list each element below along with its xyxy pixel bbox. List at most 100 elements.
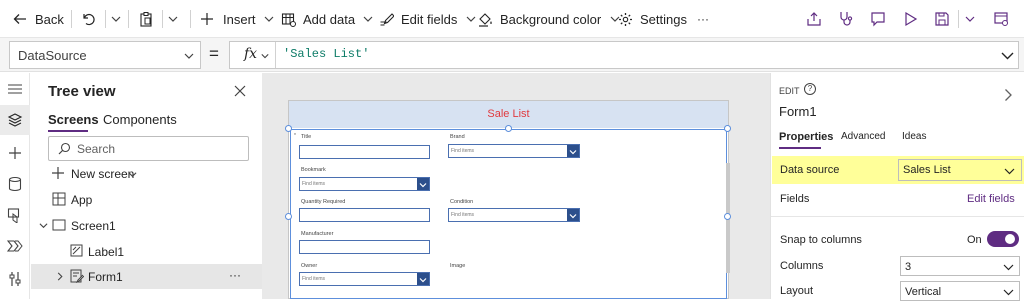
- tree-item-form1[interactable]: Form1 ···: [31, 264, 262, 289]
- app-screen[interactable]: Sale List * Title Bookmark Find items Qu…: [285, 100, 731, 299]
- layout-select[interactable]: Vertical: [900, 281, 1020, 301]
- condition-dropdown[interactable]: Find items: [448, 208, 580, 222]
- property-name: DataSource: [18, 48, 87, 63]
- resize-handle[interactable]: [724, 125, 731, 132]
- comments-button[interactable]: [870, 0, 886, 38]
- save-button[interactable]: [934, 0, 950, 38]
- tree-search-input[interactable]: Search: [48, 136, 249, 161]
- property-selector[interactable]: DataSource: [9, 41, 201, 69]
- publish-button[interactable]: [993, 0, 1009, 38]
- undo-dropdown[interactable]: [111, 0, 121, 38]
- edit-fields-button[interactable]: Edit fields: [379, 0, 476, 38]
- columns-select[interactable]: 3: [900, 256, 1020, 276]
- background-color-button[interactable]: Background color: [478, 0, 620, 38]
- chevron-down-icon: [264, 16, 273, 22]
- fx-icon[interactable]: fx: [244, 46, 257, 62]
- quantity-input[interactable]: [299, 208, 430, 222]
- settings-button[interactable]: Settings: [618, 0, 687, 38]
- help-icon[interactable]: ?: [804, 83, 816, 95]
- divider: [771, 216, 1024, 217]
- cylinder-icon[interactable]: [5, 174, 25, 194]
- properties-panel: EDIT ? Form1 Properties Advanced Ideas D…: [770, 73, 1024, 301]
- snap-toggle[interactable]: [987, 231, 1019, 247]
- owner-dropdown[interactable]: Find items: [299, 272, 430, 286]
- separator: [162, 10, 163, 28]
- title-input[interactable]: [299, 145, 430, 159]
- chevron-down-icon[interactable]: [417, 273, 429, 285]
- resize-handle[interactable]: [285, 213, 292, 220]
- chevron-down-icon: [965, 16, 975, 22]
- data-source-select[interactable]: Sales List: [898, 159, 1022, 181]
- hamburger-icon[interactable]: [5, 79, 25, 99]
- edit-fields-link[interactable]: Edit fields: [967, 193, 1015, 205]
- background-color-label: Background color: [500, 11, 602, 27]
- brand-dropdown[interactable]: Find items: [448, 144, 580, 158]
- tree-item-label: Screen1: [71, 219, 116, 233]
- paste-button[interactable]: [138, 0, 154, 38]
- design-canvas: Sale List * Title Bookmark Find items Qu…: [262, 73, 770, 299]
- manufacturer-input[interactable]: [299, 240, 430, 254]
- tab-advanced[interactable]: Advanced: [841, 131, 885, 142]
- columns-label: Columns: [780, 260, 824, 272]
- tools-icon[interactable]: [5, 269, 25, 289]
- tab-ideas[interactable]: Ideas: [902, 131, 926, 142]
- chevron-down-icon[interactable]: [417, 178, 429, 190]
- media-icon[interactable]: [5, 205, 25, 225]
- field-label-manufacturer: Manufacturer: [301, 231, 334, 237]
- paste-dropdown[interactable]: [168, 0, 178, 38]
- expand-formula-chevron-icon[interactable]: [1001, 50, 1014, 62]
- chevron-down-icon: [184, 53, 194, 59]
- layers-icon[interactable]: [5, 110, 25, 130]
- tree-item-screen1[interactable]: Screen1: [31, 213, 262, 238]
- resize-handle[interactable]: [285, 125, 292, 132]
- tree-item-app[interactable]: App: [31, 187, 262, 212]
- stethoscope-icon: [840, 12, 853, 26]
- chevron-down-icon[interactable]: [567, 145, 579, 157]
- tab-screens[interactable]: Screens: [48, 112, 99, 127]
- data-source-label: Data source: [780, 164, 840, 176]
- resize-handle[interactable]: [724, 213, 731, 220]
- tab-properties[interactable]: Properties: [779, 131, 833, 143]
- more-button[interactable]: ···: [697, 0, 709, 38]
- bookmark-dropdown[interactable]: Find items: [299, 177, 430, 191]
- share-button[interactable]: [806, 0, 822, 38]
- edit-fields-icon: [380, 12, 394, 26]
- label-control-icon: [70, 244, 83, 257]
- field-label-owner: Owner: [301, 263, 318, 269]
- publish-icon: [994, 12, 1008, 26]
- save-dropdown[interactable]: [965, 0, 975, 38]
- form-control[interactable]: * Title Bookmark Find items Quantity Req…: [290, 129, 730, 299]
- flow-icon[interactable]: [5, 236, 25, 256]
- preview-button[interactable]: [902, 0, 918, 38]
- chevron-down-icon: [168, 16, 178, 22]
- plus-icon: [52, 167, 64, 179]
- screen-header-label[interactable]: Sale List: [289, 101, 728, 128]
- separator: [128, 10, 129, 28]
- search-icon: [58, 142, 71, 155]
- row-more-button[interactable]: ···: [229, 268, 241, 282]
- insert-button[interactable]: Insert: [200, 0, 274, 38]
- new-screen-label: New screen: [71, 167, 135, 181]
- app-checker-button[interactable]: [838, 0, 854, 38]
- resize-handle[interactable]: [505, 125, 512, 132]
- tree-item-label: Form1: [88, 270, 123, 284]
- field-label-quantity: Quantity Required: [301, 199, 346, 205]
- field-label-image: Image: [450, 263, 466, 269]
- new-screen-button[interactable]: New screen: [31, 161, 262, 186]
- insert-plus-icon[interactable]: [5, 143, 25, 163]
- chevron-down-icon: [128, 172, 137, 178]
- chevron-right-icon[interactable]: [1004, 88, 1013, 102]
- chevron-down-icon[interactable]: [39, 221, 48, 230]
- add-data-label: Add data: [303, 11, 356, 27]
- close-icon[interactable]: [234, 84, 246, 102]
- tree-item-label1[interactable]: Label1: [31, 239, 262, 264]
- undo-button[interactable]: [80, 0, 96, 38]
- chevron-down-icon[interactable]: [261, 52, 269, 60]
- add-data-button[interactable]: Add data: [281, 0, 373, 38]
- tab-components[interactable]: Components: [103, 112, 177, 127]
- chevron-right-icon[interactable]: [56, 272, 64, 281]
- formula-input[interactable]: fx 'Sales List': [229, 41, 1019, 69]
- layout-value: Vertical: [905, 286, 942, 298]
- chevron-down-icon[interactable]: [567, 209, 579, 221]
- back-button[interactable]: Back: [12, 0, 64, 38]
